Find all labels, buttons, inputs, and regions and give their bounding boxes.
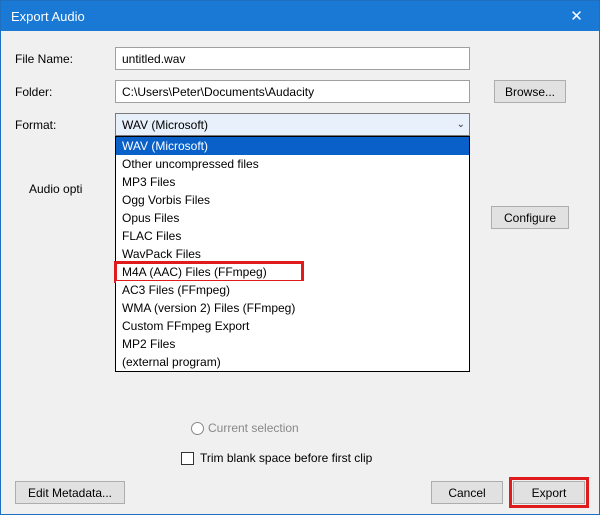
format-selected-text: WAV (Microsoft) xyxy=(122,118,208,132)
format-option[interactable]: MP2 Files xyxy=(116,335,469,353)
folder-row: Folder: Browse... xyxy=(15,80,585,103)
dialog-body: File Name: Folder: Browse... Format: WAV… xyxy=(1,31,599,514)
format-combo-box[interactable]: WAV (Microsoft) ⌄ xyxy=(115,113,470,136)
radio-icon xyxy=(191,422,204,435)
format-option[interactable]: MP3 Files xyxy=(116,173,469,191)
titlebar: Export Audio ✕ xyxy=(1,1,599,31)
audio-options-label: Audio opti xyxy=(29,182,82,196)
close-button[interactable]: ✕ xyxy=(554,1,599,31)
format-option[interactable]: Other uncompressed files xyxy=(116,155,469,173)
window-title: Export Audio xyxy=(11,9,85,24)
format-option[interactable]: Custom FFmpeg Export xyxy=(116,317,469,335)
format-option[interactable]: WavPack Files xyxy=(116,245,469,263)
chevron-down-icon: ⌄ xyxy=(457,119,465,130)
format-option[interactable]: Ogg Vorbis Files xyxy=(116,191,469,209)
file-name-row: File Name: xyxy=(15,47,585,70)
checkbox-icon xyxy=(181,452,194,465)
format-option[interactable]: AC3 Files (FFmpeg) xyxy=(116,281,469,299)
cancel-button[interactable]: Cancel xyxy=(431,481,503,504)
trim-blank-checkbox[interactable]: Trim blank space before first clip xyxy=(181,451,372,465)
format-option[interactable]: M4A (AAC) Files (FFmpeg) xyxy=(116,263,469,281)
bottom-button-bar: Edit Metadata... Cancel Export xyxy=(1,481,599,504)
folder-input[interactable] xyxy=(115,80,470,103)
trim-blank-label: Trim blank space before first clip xyxy=(200,451,372,465)
file-name-input[interactable] xyxy=(115,47,470,70)
close-icon: ✕ xyxy=(570,7,583,25)
export-audio-dialog: Export Audio ✕ File Name: Folder: Browse… xyxy=(0,0,600,515)
format-label: Format: xyxy=(15,118,115,132)
format-option[interactable]: WMA (version 2) Files (FFmpeg) xyxy=(116,299,469,317)
edit-metadata-button[interactable]: Edit Metadata... xyxy=(15,481,125,504)
format-option[interactable]: Opus Files xyxy=(116,209,469,227)
configure-button[interactable]: Configure xyxy=(491,206,569,229)
current-selection-radio[interactable]: Current selection xyxy=(191,421,299,435)
format-row: Format: WAV (Microsoft) ⌄ WAV (Microsoft… xyxy=(15,113,585,136)
export-button[interactable]: Export xyxy=(513,481,585,504)
highlight-m4a-option xyxy=(114,261,304,283)
folder-label: Folder: xyxy=(15,85,115,99)
format-option[interactable]: (external program) xyxy=(116,353,469,371)
right-buttons: Cancel Export xyxy=(431,481,585,504)
current-selection-label: Current selection xyxy=(208,421,299,435)
format-option[interactable]: WAV (Microsoft) xyxy=(116,137,469,155)
format-dropdown[interactable]: WAV (Microsoft)Other uncompressed filesM… xyxy=(115,136,470,372)
browse-button[interactable]: Browse... xyxy=(494,80,566,103)
format-combo[interactable]: WAV (Microsoft) ⌄ WAV (Microsoft)Other u… xyxy=(115,113,470,136)
format-option[interactable]: FLAC Files xyxy=(116,227,469,245)
file-name-label: File Name: xyxy=(15,52,115,66)
